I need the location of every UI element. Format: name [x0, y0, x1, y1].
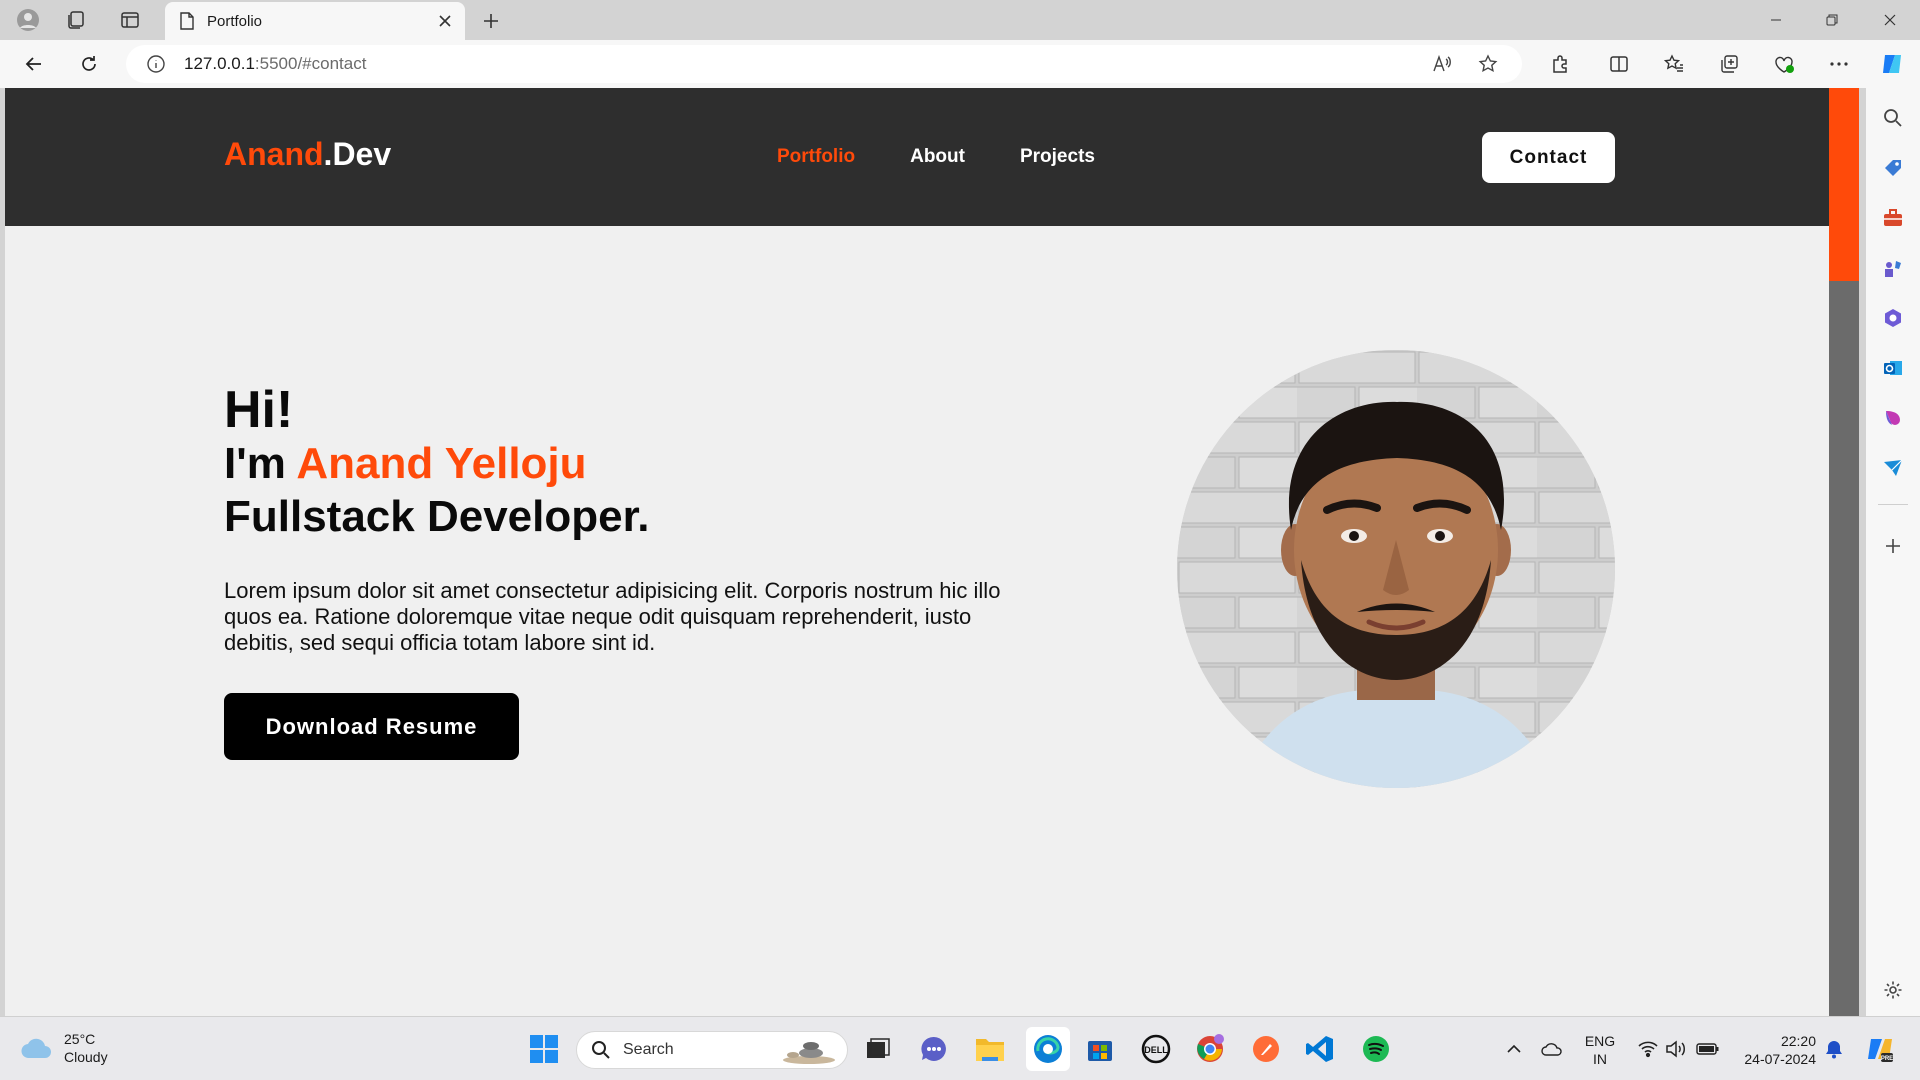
extensions-icon[interactable] — [1544, 49, 1576, 79]
onedrive-icon[interactable] — [1534, 1031, 1570, 1067]
profile-photo — [1177, 350, 1615, 788]
back-button[interactable] — [18, 49, 50, 79]
sidebar-games-icon[interactable] — [1879, 254, 1907, 282]
site-logo[interactable]: Anand.Dev — [224, 136, 391, 173]
search-icon — [592, 1041, 610, 1059]
copilot-icon[interactable] — [1876, 49, 1908, 79]
tab-bar: Portfolio — [0, 0, 1920, 40]
favorites-icon[interactable] — [1658, 49, 1690, 79]
read-aloud-icon[interactable] — [1426, 49, 1458, 79]
spotify-icon[interactable] — [1358, 1031, 1394, 1067]
weather-desc: Cloudy — [64, 1049, 108, 1065]
refresh-button[interactable] — [73, 49, 105, 79]
battery-icon[interactable] — [1690, 1031, 1726, 1067]
windows-taskbar: 25°C Cloudy Search DELL ENG IN 22:20 24-… — [0, 1016, 1920, 1080]
sidebar-separator — [1878, 504, 1908, 505]
hero-section: Hi! I'm Anand Yelloju Fullstack Develope… — [224, 382, 1044, 656]
nav-link-portfolio[interactable]: Portfolio — [777, 146, 855, 168]
teams-chat-icon[interactable] — [916, 1031, 952, 1067]
edge-browser-icon[interactable] — [1026, 1027, 1070, 1071]
chrome-icon[interactable] — [1192, 1031, 1228, 1067]
microsoft-store-icon[interactable] — [1082, 1031, 1118, 1067]
contact-button[interactable]: Contact — [1482, 132, 1615, 183]
sidebar-designer-icon[interactable] — [1879, 404, 1907, 432]
postman-icon[interactable] — [1248, 1031, 1284, 1067]
restore-icon — [1826, 14, 1838, 26]
nav-link-about[interactable]: About — [910, 146, 965, 168]
more-options-icon[interactable] — [1823, 49, 1855, 79]
minimize-button[interactable] — [1748, 0, 1804, 40]
clock-date: 24-07-2024 — [1744, 1051, 1816, 1067]
dell-icon[interactable]: DELL — [1138, 1031, 1174, 1067]
vertical-tabs-icon[interactable] — [116, 6, 144, 34]
task-view-icon[interactable] — [860, 1031, 896, 1067]
clock-time: 22:20 — [1780, 1033, 1816, 1049]
weather-widget[interactable]: 25°C Cloudy — [20, 1030, 108, 1066]
tab-portfolio[interactable]: Portfolio — [165, 2, 465, 40]
refresh-icon — [82, 56, 96, 71]
nav-link-projects[interactable]: Projects — [1020, 146, 1095, 168]
split-screen-icon[interactable] — [1603, 49, 1635, 79]
sidebar-drop-icon[interactable] — [1879, 454, 1907, 482]
close-icon — [1884, 14, 1896, 26]
windows-start-icon[interactable] — [526, 1031, 562, 1067]
favorite-star-icon[interactable] — [1472, 49, 1504, 79]
hero-greeting: Hi! — [224, 381, 294, 439]
nav-menu: Portfolio About Projects — [777, 146, 1095, 168]
sidebar-m365-icon[interactable] — [1879, 304, 1907, 332]
cloud-icon — [21, 1038, 51, 1059]
hero-role: Fullstack Developer. — [224, 491, 650, 541]
browser-essentials-icon[interactable] — [1768, 49, 1800, 79]
vscode-icon[interactable] — [1302, 1031, 1338, 1067]
language-indicator[interactable]: ENG IN — [1580, 1032, 1620, 1068]
profile-icon[interactable] — [14, 6, 42, 34]
search-label: Search — [623, 1041, 674, 1058]
svg-text:PRE: PRE — [1881, 1056, 1893, 1062]
sidebar-shopping-icon[interactable] — [1879, 154, 1907, 182]
restore-button[interactable] — [1804, 0, 1860, 40]
svg-text:DELL: DELL — [1144, 1045, 1168, 1055]
edge-sidebar — [1866, 88, 1920, 1016]
new-tab-button[interactable] — [476, 6, 506, 36]
minimize-icon — [1771, 19, 1781, 21]
file-explorer-icon[interactable] — [972, 1031, 1008, 1067]
site-info-icon[interactable] — [146, 54, 166, 74]
sidebar-settings-icon[interactable] — [1879, 976, 1907, 1004]
copilot-taskbar-icon[interactable]: PRE — [1862, 1031, 1898, 1067]
close-tab-icon[interactable] — [439, 15, 451, 27]
volume-icon[interactable] — [1658, 1031, 1694, 1067]
clock[interactable]: 22:20 24-07-2024 — [1736, 1032, 1816, 1068]
scrollbar-thumb[interactable] — [1829, 88, 1859, 281]
sidebar-search-icon[interactable] — [1879, 104, 1907, 132]
tab-title: Portfolio — [207, 12, 263, 30]
hero-name: Anand Yelloju — [296, 439, 587, 489]
browser-toolbar: 127.0.0.1:5500/#contact — [0, 40, 1920, 88]
sidebar-tools-icon[interactable] — [1879, 204, 1907, 232]
page-viewport: Anand.Dev Portfolio About Projects Conta… — [5, 88, 1834, 1016]
sidebar-add-icon[interactable] — [1879, 532, 1907, 560]
site-navbar: Anand.Dev Portfolio About Projects Conta… — [5, 88, 1834, 226]
notification-bell-icon[interactable] — [1816, 1031, 1852, 1067]
collections-icon[interactable] — [62, 6, 90, 34]
weather-temp: 25°C — [64, 1031, 96, 1047]
download-resume-button[interactable]: Download Resume — [224, 693, 519, 760]
hero-description: Lorem ipsum dolor sit amet consectetur a… — [224, 577, 1001, 655]
url-text: 127.0.0.1:5500/#contact — [184, 54, 367, 73]
collections-toolbar-icon[interactable] — [1713, 49, 1745, 79]
taskbar-search[interactable]: Search — [576, 1031, 848, 1069]
search-highlight-icon — [783, 1042, 835, 1064]
back-arrow-icon — [25, 57, 41, 71]
hero-intro: I'm Anand Yelloju — [224, 439, 587, 489]
page-icon — [180, 12, 194, 30]
page-scrollbar[interactable] — [1829, 88, 1859, 1016]
close-window-button[interactable] — [1862, 0, 1918, 40]
tray-chevron-up-icon[interactable] — [1496, 1031, 1532, 1067]
address-bar[interactable]: 127.0.0.1:5500/#contact — [126, 45, 1522, 83]
sidebar-outlook-icon[interactable] — [1879, 354, 1907, 382]
